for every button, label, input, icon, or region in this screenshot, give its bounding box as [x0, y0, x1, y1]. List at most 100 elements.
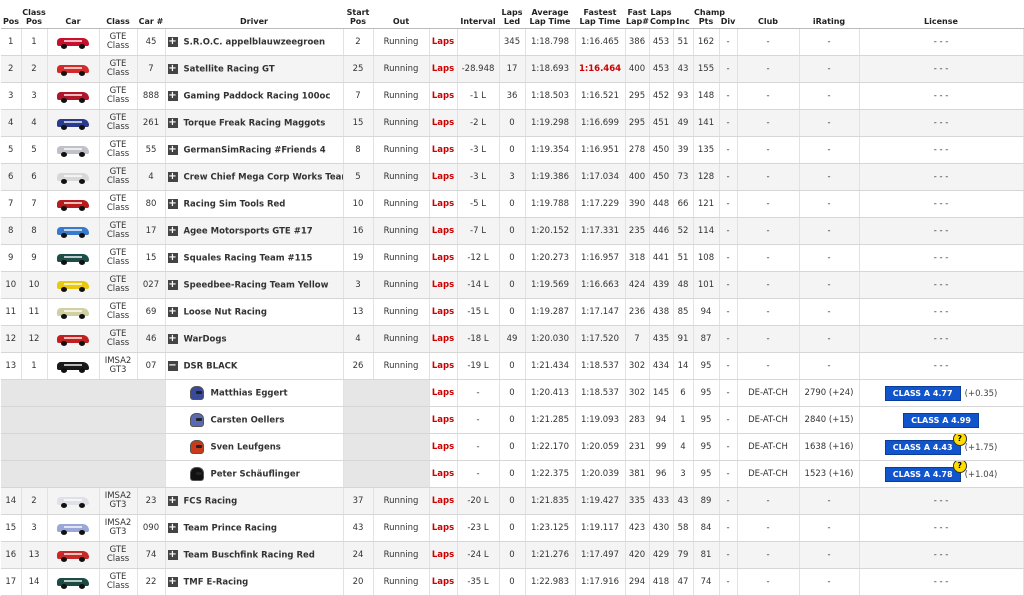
col-interval[interactable]: Interval: [457, 0, 499, 29]
expand-icon[interactable]: +: [167, 252, 178, 263]
out-status: Running: [373, 325, 430, 353]
laps-link[interactable]: Laps: [429, 514, 458, 542]
table-row[interactable]: 4 4 GTE Class 261 + Torque Freak Racing Maggo…: [1, 109, 1024, 137]
table-row[interactable]: 10 10 GTE Class 027 + Speedbee-Racing Team Ye…: [1, 271, 1024, 299]
driver-row[interactable]: Carsten Oellers Laps -0 1:21.285 1:19.093 283…: [1, 406, 1024, 434]
license-badge[interactable]: CLASS A 4.78?: [884, 460, 967, 482]
laps-link[interactable]: Laps: [429, 379, 458, 407]
col-laps-comp[interactable]: Laps Comp: [649, 0, 675, 29]
table-row[interactable]: 5 5 GTE Class 55 + GermanSimRacing #Friends 4…: [1, 136, 1024, 164]
table-row[interactable]: 12 12 GTE Class 46 + WarDogs 4 Running Laps -18 L…: [1, 325, 1024, 353]
table-row[interactable]: 8 8 GTE Class 17 + Agee Motorsports GTE #17 16…: [1, 217, 1024, 245]
driver-row[interactable]: Peter Schäuflinger Laps -0 1:22.375 1:20.039…: [1, 460, 1024, 488]
pos: 10: [1, 271, 22, 299]
col-fast-lap-num[interactable]: Fast Lap#: [625, 0, 649, 29]
laps-link[interactable]: Laps: [429, 271, 458, 299]
col-car-num[interactable]: Car #: [137, 0, 165, 29]
laps-link[interactable]: Laps: [429, 352, 458, 380]
laps-link[interactable]: Laps: [429, 244, 458, 272]
laps-link[interactable]: Laps: [429, 487, 458, 515]
laps-link[interactable]: Laps: [429, 28, 458, 56]
col-pos[interactable]: Pos: [1, 0, 21, 29]
col-champ-pts[interactable]: Champ Pts: [693, 0, 725, 29]
col-class[interactable]: Class: [99, 0, 137, 29]
expand-icon[interactable]: +: [167, 522, 178, 533]
driver-row[interactable]: Matthias Eggert Laps -0 1:20.413 1:18.537 302…: [1, 379, 1024, 407]
car-number: 17: [137, 217, 166, 245]
collapse-icon[interactable]: −: [167, 360, 178, 371]
laps-link[interactable]: Laps: [429, 460, 458, 488]
expand-icon[interactable]: +: [167, 198, 178, 209]
expand-icon[interactable]: +: [167, 117, 178, 128]
laps-link[interactable]: Laps: [429, 433, 458, 461]
table-row[interactable]: 7 7 GTE Class 80 + Racing Sim Tools Red 10 Runn…: [1, 190, 1024, 218]
table-row[interactable]: 2 2 GTE Class 7 + Satellite Racing GT 25 Runnin…: [1, 55, 1024, 83]
col-license[interactable]: License: [859, 0, 1023, 29]
table-row[interactable]: 6 6 GTE Class 4 + Crew Chief Mega Corp Works …: [1, 163, 1024, 191]
driver-name[interactable]: Matthias Eggert: [211, 389, 288, 399]
laps-link[interactable]: Laps: [429, 109, 458, 137]
irating: -: [799, 82, 860, 110]
expand-icon[interactable]: +: [167, 90, 178, 101]
fast-lap-num: 423: [625, 514, 650, 542]
col-start-pos[interactable]: Start Pos: [343, 0, 373, 29]
expand-icon[interactable]: +: [167, 576, 178, 587]
laps-link[interactable]: Laps: [429, 217, 458, 245]
license: - - -: [859, 325, 1024, 353]
col-fastest-lap[interactable]: Fastest Lap Time: [575, 0, 625, 29]
col-irating[interactable]: iRating: [799, 0, 859, 29]
expand-icon[interactable]: +: [167, 225, 178, 236]
expand-icon[interactable]: +: [167, 549, 178, 560]
expand-icon[interactable]: +: [167, 495, 178, 506]
driver-name[interactable]: Carsten Oellers: [211, 416, 285, 426]
expand-icon[interactable]: +: [167, 144, 178, 155]
table-row[interactable]: 1 1 GTE Class 45 + S.R.O.C. appelblauwzeegroe…: [1, 28, 1024, 56]
question-icon[interactable]: ?: [952, 460, 967, 473]
col-driver[interactable]: Driver: [165, 0, 343, 29]
table-row[interactable]: 15 3 IMSA2 GT3 090 + Team Prince Racing 43 Runn…: [1, 514, 1024, 542]
expand-icon[interactable]: +: [167, 279, 178, 290]
laps-link[interactable]: Laps: [429, 325, 458, 353]
col-laps-led[interactable]: Laps Led: [499, 0, 525, 29]
license-badge[interactable]: CLASS A 4.43?: [884, 433, 967, 455]
laps-link[interactable]: Laps: [429, 406, 458, 434]
driver-name[interactable]: Peter Schäuflinger: [211, 470, 300, 480]
license-badge[interactable]: CLASS A 4.77: [884, 385, 961, 401]
laps-link[interactable]: Laps: [429, 190, 458, 218]
license-badge[interactable]: CLASS A 4.99: [903, 412, 979, 428]
table-row[interactable]: 13 1 IMSA2 GT3 07− DSR BLACK 26 Running Laps -19…: [1, 352, 1024, 380]
laps-link[interactable]: Laps: [429, 298, 458, 326]
laps-link[interactable]: Laps: [429, 82, 458, 110]
laps-link[interactable]: Laps: [429, 163, 458, 191]
expand-icon[interactable]: +: [167, 333, 178, 344]
col-out[interactable]: Out: [373, 0, 429, 29]
class-pos: 5: [21, 136, 48, 164]
col-club[interactable]: Club: [737, 0, 799, 29]
question-icon[interactable]: ?: [952, 433, 967, 446]
expand-icon[interactable]: +: [167, 63, 178, 74]
car-icon: [56, 494, 90, 508]
laps-link[interactable]: Laps: [429, 55, 458, 83]
fast-lap-num: 424: [625, 271, 650, 299]
table-row[interactable]: 11 11 GTE Class 69 + Loose Nut Racing 13 Runnin…: [1, 298, 1024, 326]
col-car[interactable]: Car: [47, 0, 99, 29]
champ-pts: 155: [693, 55, 720, 83]
table-row[interactable]: 16 13 GTE Class 74 + Team Buschfink Racing Re…: [1, 541, 1024, 569]
laps-link[interactable]: Laps: [429, 136, 458, 164]
irating: -: [799, 55, 860, 83]
table-row[interactable]: 3 3 GTE Class 888 + Gaming Paddock Racing 100…: [1, 82, 1024, 110]
license: - - -: [859, 568, 1024, 596]
expand-icon[interactable]: +: [167, 306, 178, 317]
laps-link[interactable]: Laps: [429, 541, 458, 569]
driver-name[interactable]: Sven Leufgens: [211, 443, 281, 453]
table-row[interactable]: 17 14 GTE Class 22 + TMF E-Racing 20 Running Lap…: [1, 568, 1024, 596]
col-inc[interactable]: Inc: [673, 0, 693, 29]
col-class-pos[interactable]: Class Pos: [21, 0, 47, 29]
table-row[interactable]: 14 2 IMSA2 GT3 23 + FCS Racing 37 Running Laps -2…: [1, 487, 1024, 515]
expand-icon[interactable]: +: [167, 36, 178, 47]
table-row[interactable]: 9 9 GTE Class 15 + Squales Racing Team #115 19…: [1, 244, 1024, 272]
laps-link[interactable]: Laps: [429, 568, 458, 596]
col-avg-lap[interactable]: Average Lap Time: [525, 0, 575, 29]
expand-icon[interactable]: +: [167, 171, 178, 182]
driver-row[interactable]: Sven Leufgens Laps -0 1:22.170 1:20.059 231 99…: [1, 433, 1024, 461]
